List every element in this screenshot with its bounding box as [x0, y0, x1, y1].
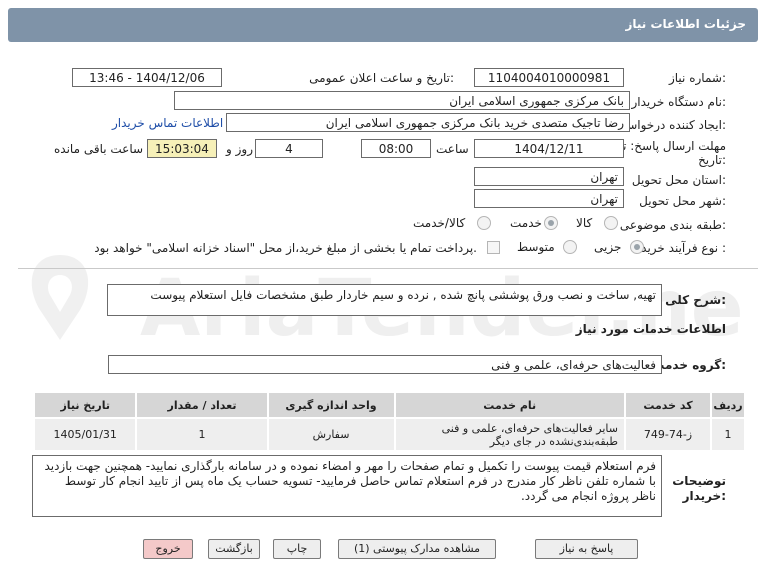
buyer-org-field: بانک مرکزی جمهوری اسلامی ایران	[174, 91, 630, 110]
deadline-time-label: ساعت	[436, 142, 469, 156]
services-section-title: اطلاعات خدمات مورد نیاز	[575, 322, 726, 336]
buyer-contact-link[interactable]: اطلاعات تماس خریدار	[112, 116, 223, 130]
table-header-row: ردیف کد خدمت نام خدمت واحد اندازه گیری ت…	[32, 391, 747, 419]
col-header-service-name: نام خدمت	[393, 391, 626, 419]
process-radio-partial[interactable]	[630, 240, 644, 254]
process-option-medium: متوسط	[517, 240, 555, 254]
process-type-label: نوع فرآیند خرید :	[641, 241, 726, 255]
cell-unit: سفارش	[266, 417, 396, 452]
creator-label: ایجاد کننده درخواست:	[615, 118, 726, 132]
col-header-service-code: کد خدمت	[623, 391, 712, 419]
services-table: ردیف کد خدمت نام خدمت واحد اندازه گیری ت…	[32, 391, 747, 452]
col-header-unit: واحد اندازه گیری	[266, 391, 396, 419]
category-option-goods-service: کالا/خدمت	[413, 216, 466, 230]
page-header: جزئیات اطلاعات نیاز	[8, 8, 758, 42]
col-header-quantity: تعداد / مقدار	[135, 391, 269, 419]
page-title: جزئیات اطلاعات نیاز	[625, 17, 746, 31]
cell-quantity: 1	[135, 417, 269, 452]
category-radio-goods-service[interactable]	[477, 216, 491, 230]
province-field: تهران	[474, 167, 624, 186]
back-button[interactable]: بازگشت	[208, 539, 260, 559]
category-radio-goods[interactable]	[604, 216, 618, 230]
exit-button[interactable]: خروج	[143, 539, 193, 559]
treasury-payment-checkbox[interactable]	[487, 241, 500, 254]
section-divider	[18, 268, 758, 269]
creator-field: رضا تاجیک متصدی خرید بانک مرکزی جمهوری ا…	[226, 113, 630, 132]
category-label: طبقه بندی موضوعی:	[619, 218, 726, 232]
category-radio-service[interactable]	[544, 216, 558, 230]
need-number-label: شماره نیاز:	[668, 71, 726, 85]
days-remaining-field: 4	[255, 139, 323, 158]
deadline-date-field: 1404/12/11	[474, 139, 624, 158]
days-label: روز و	[226, 142, 253, 156]
reply-button[interactable]: پاسخ به نیاز	[535, 539, 638, 559]
col-header-need-date: تاریخ نیاز	[32, 391, 138, 419]
buyer-org-label: نام دستگاه خریدار:	[631, 95, 727, 109]
announce-date-field: 1404/12/06 - 13:46	[72, 68, 222, 87]
process-option-partial: جزیی	[594, 240, 622, 254]
deadline-time-field: 08:00	[361, 139, 431, 158]
category-option-service: خدمت	[510, 216, 542, 230]
announce-date-label: تاریخ و ساعت اعلان عمومی:	[309, 71, 454, 85]
cell-need-date: 1405/01/31	[32, 417, 138, 452]
city-label: شهر محل تحویل:	[639, 194, 726, 208]
print-button[interactable]: چاپ	[273, 539, 321, 559]
cell-service-code: ز-74-749	[623, 417, 712, 452]
process-radio-medium[interactable]	[563, 240, 577, 254]
table-row: 1 ز-74-749 سایر فعالیت‌های حرفه‌ای، علمی…	[32, 417, 747, 452]
service-group-field: فعالیت‌های حرفه‌ای، علمی و فنی	[108, 355, 662, 374]
buyer-notes-label: توضیحات	[672, 474, 726, 488]
category-option-goods: کالا	[576, 216, 593, 230]
buyer-notes-field: فرم استعلام قیمت پیوست را تکمیل و تمام ص…	[32, 455, 662, 517]
description-field: تهیه, ساخت و نصب ورق پوششی پانچ شده , نر…	[107, 284, 662, 316]
province-label: استان محل تحویل:	[631, 173, 726, 187]
remaining-time-field: 15:03:04	[147, 139, 217, 158]
city-field: تهران	[474, 189, 624, 208]
deadline-label: مهلت ارسال پاسخ: تا	[619, 139, 726, 153]
cell-service-name: سایر فعالیت‌های حرفه‌ای، علمی و فنی طبقه…	[393, 417, 626, 452]
buyer-notes-label-line2: خریدار:	[682, 489, 726, 503]
service-group-label: گروه خدمت:	[652, 358, 726, 372]
deadline-date-label: تاریخ:	[698, 153, 726, 167]
col-header-row-number: ردیف	[709, 391, 747, 419]
treasury-payment-note: پرداخت تمام یا بخشی از مبلغ خرید،از محل …	[94, 241, 477, 255]
view-attachments-button[interactable]: مشاهده مدارک پیوستی (1)	[338, 539, 496, 559]
cell-row-number: 1	[709, 417, 747, 452]
remaining-time-label: ساعت باقی مانده	[54, 142, 144, 156]
need-number-field: 1104004010000981	[474, 68, 624, 87]
